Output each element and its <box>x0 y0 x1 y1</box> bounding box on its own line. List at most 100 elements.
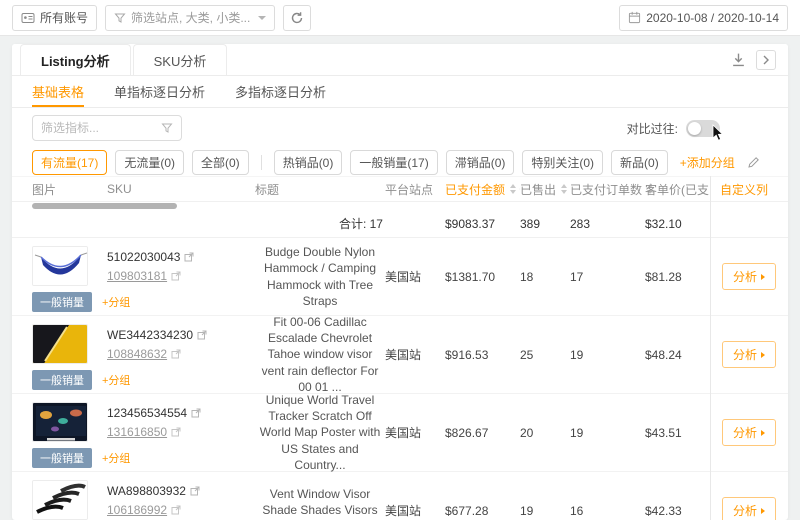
chip-normal-sales[interactable]: 一般销量(17) <box>350 150 437 175</box>
header-orders-label: 已支付订单数 <box>570 181 642 198</box>
sort-icon <box>561 184 567 194</box>
chip-slow-sellers[interactable]: 滞销品(0) <box>446 150 515 175</box>
sold-cell: 25 <box>520 348 570 362</box>
add-to-group-link[interactable]: +分组 <box>102 450 130 466</box>
listing-title: Budge Double Nylon Hammock / Camping Ham… <box>255 244 385 309</box>
title-cell: Unique World Travel Tracker Scratch Off … <box>255 392 385 473</box>
tag-line: 一般销量 +分组 <box>32 448 130 468</box>
date-range-label: 2020-10-08 / 2020-10-14 <box>646 11 779 25</box>
avg-price-cell: $48.24 <box>645 348 710 362</box>
chip-has-traffic[interactable]: 有流量(17) <box>32 150 107 175</box>
horizontal-scrollbar <box>12 202 788 210</box>
summary-avg-price: $32.10 <box>645 217 710 231</box>
compare-past-toggle[interactable] <box>686 120 720 137</box>
sold-cell: 19 <box>520 504 570 518</box>
sku-code: 51022030043 <box>107 250 180 264</box>
header-sku: SKU <box>107 182 255 196</box>
chip-new-products[interactable]: 新品(0) <box>611 150 668 175</box>
product-thumbnail-world-map <box>32 402 88 442</box>
analyze-button[interactable]: 分析 <box>722 419 776 446</box>
sales-tag-badge: 一般销量 <box>32 370 92 390</box>
sales-tag-badge: 一般销量 <box>32 292 92 312</box>
title-cell: Budge Double Nylon Hammock / Camping Ham… <box>255 244 385 309</box>
listing-id-link[interactable]: 106186992 <box>107 503 167 517</box>
calendar-icon <box>628 11 641 24</box>
product-image-cell <box>32 238 107 286</box>
accounts-button[interactable]: 所有账号 <box>12 5 97 31</box>
external-link-icon[interactable] <box>171 427 181 437</box>
analyze-label: 分析 <box>733 424 757 441</box>
funnel-icon <box>161 122 173 134</box>
external-link-icon[interactable] <box>171 505 181 515</box>
toggle-knob <box>688 122 701 135</box>
sales-tag-badge: 一般销量 <box>32 448 92 468</box>
analyze-button[interactable]: 分析 <box>722 497 776 520</box>
subtab-multi-metric-daily[interactable]: 多指标逐日分析 <box>235 76 326 107</box>
actions-cell: 分析 <box>710 472 788 520</box>
refresh-button[interactable] <box>283 5 311 31</box>
sku-cell: 123456534554 131616850 <box>107 394 255 439</box>
analyze-button[interactable]: 分析 <box>722 341 776 368</box>
add-to-group-link[interactable]: +分组 <box>102 294 130 310</box>
table-row: 一般销量 +分组 51022030043 109803181 Budge Dou… <box>12 238 788 316</box>
product-thumbnail-visors <box>32 480 88 520</box>
date-range-picker[interactable]: 2020-10-08 / 2020-10-14 <box>619 5 788 31</box>
orders-cell: 19 <box>570 348 645 362</box>
tag-line: 一般销量 +分组 <box>32 292 130 312</box>
external-link-icon[interactable] <box>191 408 201 418</box>
header-orders-sort[interactable]: 已支付订单数 <box>570 181 645 198</box>
tab-sku-analysis[interactable]: SKU分析 <box>133 44 228 75</box>
listing-id-link[interactable]: 109803181 <box>107 269 167 283</box>
external-link-icon[interactable] <box>197 330 207 340</box>
edit-pencil-icon[interactable] <box>747 156 760 169</box>
orders-cell: 17 <box>570 270 645 284</box>
chip-no-traffic[interactable]: 无流量(0) <box>115 150 184 175</box>
chip-all[interactable]: 全部(0) <box>192 150 249 175</box>
header-custom-columns[interactable]: 自定义列 <box>710 177 788 201</box>
table-row: 一般销量 +分组 WA898803932 106186992 Vent Wind… <box>12 472 788 520</box>
external-link-icon[interactable] <box>190 486 200 496</box>
play-caret-icon <box>761 352 765 358</box>
tab-listing-label: Listing分析 <box>41 51 110 70</box>
summary-actions-spacer <box>710 210 788 237</box>
listing-id-link[interactable]: 131616850 <box>107 425 167 439</box>
filter-chips-row: 有流量(17) 无流量(0) 全部(0) 热销品(0) 一般销量(17) 滞销品… <box>12 148 788 176</box>
metric-filter-input[interactable] <box>41 121 155 135</box>
paid-amount-cell: $1381.70 <box>445 270 520 284</box>
sku-cell: WE3442334230 108848632 <box>107 316 255 361</box>
download-icon[interactable] <box>731 52 746 67</box>
tab-sku-label: SKU分析 <box>154 51 207 70</box>
product-thumbnail-deflector <box>32 324 88 364</box>
external-link-icon[interactable] <box>171 349 181 359</box>
add-group-button[interactable]: +添加分组 <box>676 151 739 174</box>
orders-cell: 16 <box>570 504 645 518</box>
external-link-icon[interactable] <box>171 271 181 281</box>
product-image-cell <box>32 394 107 442</box>
horizontal-scrollbar-thumb[interactable] <box>32 203 177 209</box>
subtab-single-metric-daily[interactable]: 单指标逐日分析 <box>114 76 205 107</box>
avg-price-cell: $81.28 <box>645 270 710 284</box>
chips-divider <box>261 155 262 170</box>
sold-cell: 18 <box>520 270 570 284</box>
header-paid-amount-sort[interactable]: 已支付金额 <box>445 181 520 198</box>
play-caret-icon <box>761 274 765 280</box>
listing-title: Vent Window Visor Shade Shades Visors Ra… <box>255 486 385 520</box>
add-to-group-link[interactable]: +分组 <box>102 372 130 388</box>
summary-sold: 389 <box>520 217 570 231</box>
listing-id-link[interactable]: 108848632 <box>107 347 167 361</box>
chip-hot-sellers[interactable]: 热销品(0) <box>274 150 343 175</box>
chip-watchlist[interactable]: 特别关注(0) <box>522 150 603 175</box>
avg-price-cell: $42.33 <box>645 504 710 518</box>
product-image-cell <box>32 316 107 364</box>
subtab-basic-table[interactable]: 基础表格 <box>32 76 84 107</box>
actions-cell: 分析 <box>710 316 788 393</box>
expand-panel-button[interactable] <box>756 50 776 70</box>
product-image-cell <box>32 472 107 520</box>
site-filter-dropdown[interactable]: 筛选站点, 大类, 小类... <box>105 5 275 31</box>
header-sold-sort[interactable]: 已售出 <box>520 181 570 198</box>
paid-amount-cell: $916.53 <box>445 348 520 362</box>
external-link-icon[interactable] <box>184 252 194 262</box>
tab-listing-analysis[interactable]: Listing分析 <box>20 44 131 75</box>
analyze-button[interactable]: 分析 <box>722 263 776 290</box>
listing-title: Fit 00-06 Cadillac Escalade Chevrolet Ta… <box>255 314 385 395</box>
